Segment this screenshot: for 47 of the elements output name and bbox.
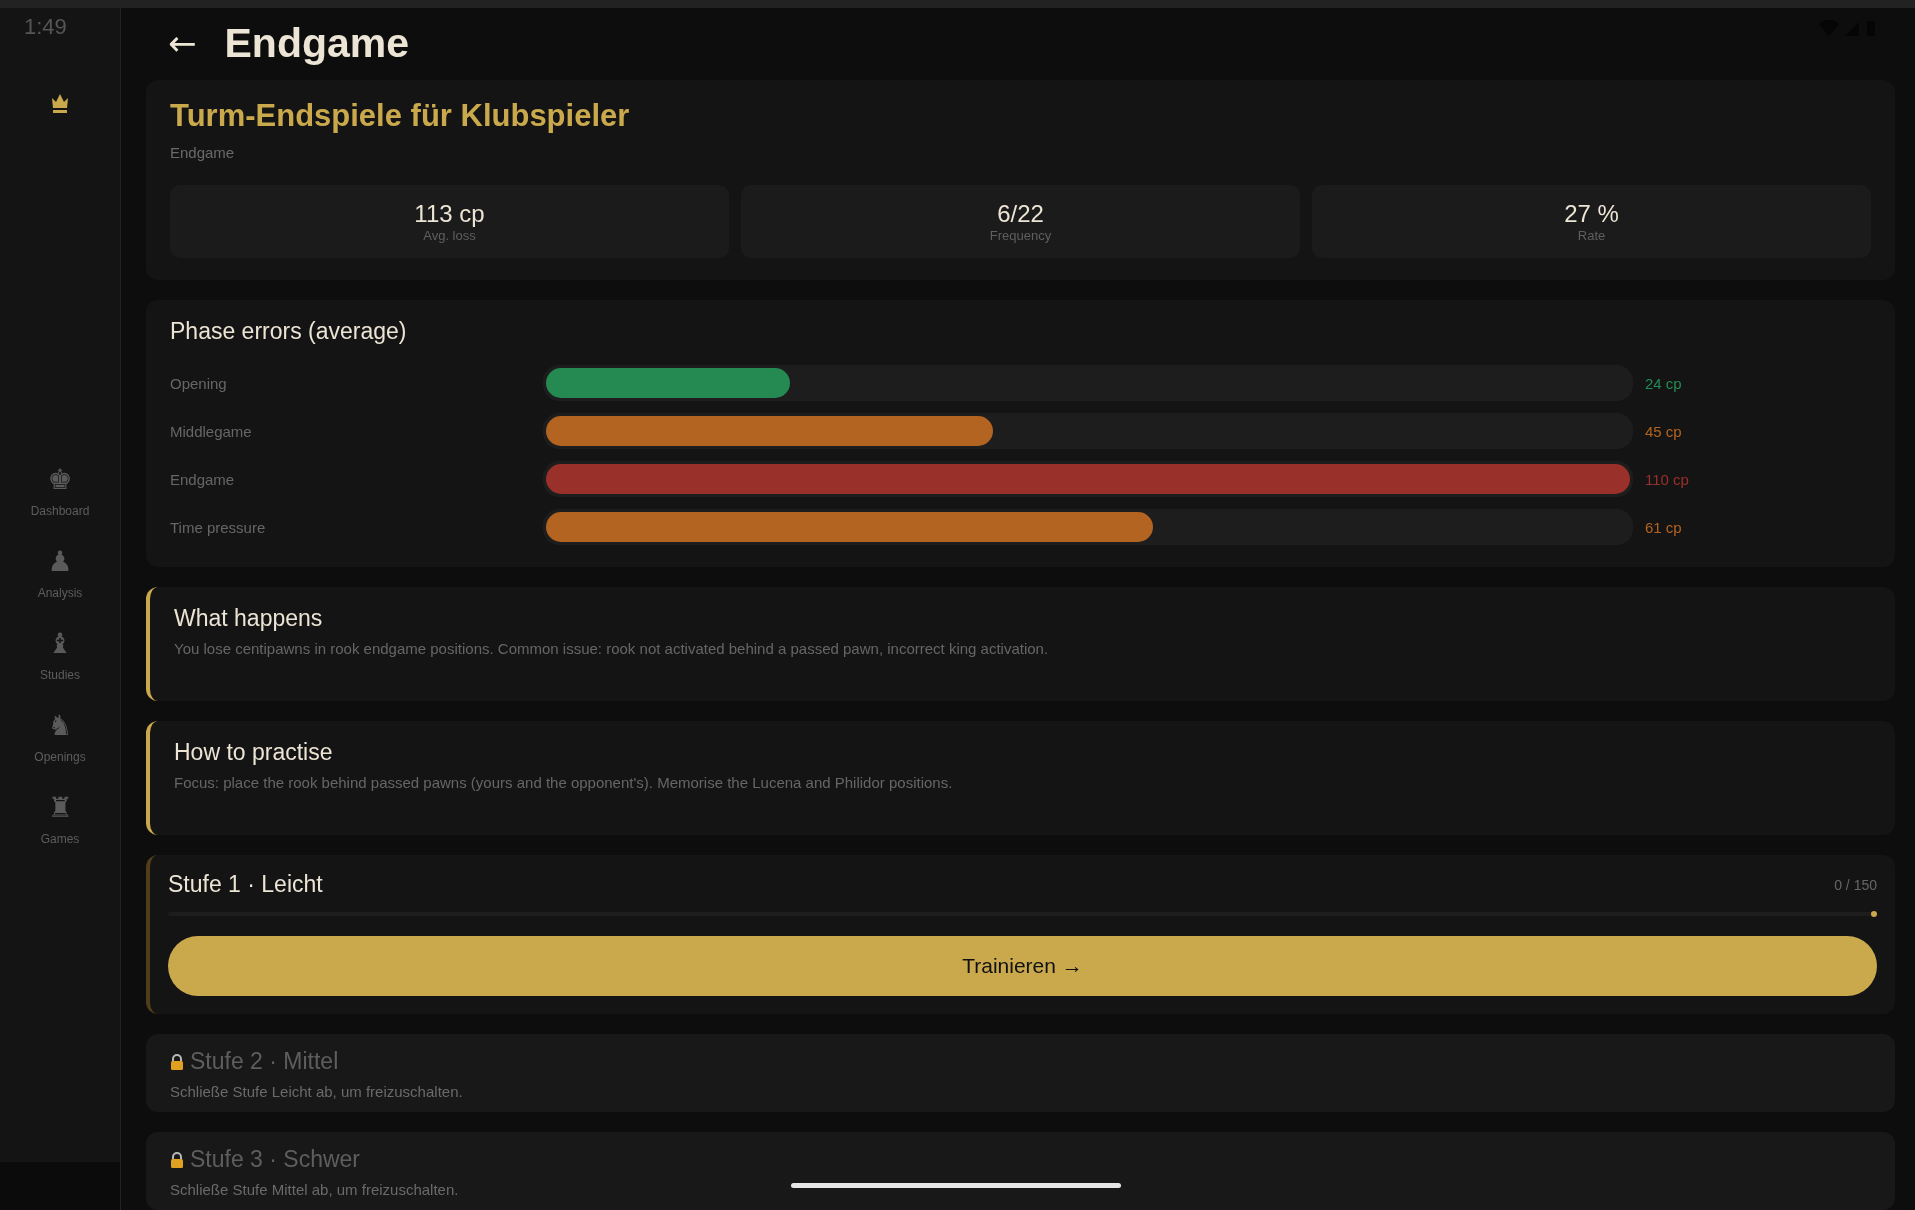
- phase-label: Middlegame: [170, 422, 253, 440]
- back-button[interactable]: ←: [168, 23, 197, 63]
- stat-value: 6/22: [997, 200, 1044, 228]
- card-title: How to practise: [174, 739, 334, 766]
- phase-label: Endgame: [170, 470, 236, 488]
- page-title: Endgame: [224, 19, 410, 67]
- stat-label: Frequency: [989, 228, 1052, 243]
- phase-reading: 110 cp: [1645, 470, 1690, 488]
- nav-label: Dashboard: [30, 504, 90, 518]
- topic-category: Endgame: [170, 144, 236, 161]
- chess-piece-icon: ♚: [47, 464, 73, 496]
- card-title: Phase errors (average): [170, 318, 408, 345]
- level-progress: 0 / 150: [1834, 876, 1877, 893]
- status-time: 1:49: [24, 14, 67, 40]
- chess-piece-icon: ♞: [47, 710, 73, 742]
- phase-reading: 61 cp: [1645, 518, 1683, 536]
- note-text: Focus: place the rook behind passed pawns (yours and the opponent's). Memorise the Lucena and Philidor positions.: [174, 774, 954, 791]
- phase-reading: 24 cp: [1645, 374, 1683, 392]
- card-title: What happens: [174, 605, 324, 632]
- train-button[interactable]: Trainieren →: [168, 936, 1877, 996]
- nav-label: Analysis: [37, 586, 83, 600]
- stat-value: 27 %: [1564, 200, 1619, 228]
- stat-value: 113 cp: [414, 200, 485, 228]
- level-title-text: Stufe 2 · Mittel: [190, 1048, 339, 1075]
- level-title: Stufe 1 · Leicht: [168, 871, 323, 898]
- nav-label: Openings: [34, 750, 86, 764]
- nav-item[interactable]: ♞ Openings: [10, 710, 110, 764]
- nav-item[interactable]: ♝ Studies: [10, 628, 110, 682]
- nav-item[interactable]: ♟ Analysis: [10, 546, 110, 600]
- note-text: You lose centipawns in rook endgame positions. Common issue: rook not activated behind a passed pawn, incorrect king activation.: [174, 640, 1050, 657]
- chess-piece-icon: ♝: [47, 628, 73, 660]
- stat-label: Avg. loss: [423, 228, 476, 243]
- chess-piece-icon: ♜: [47, 792, 73, 824]
- nav-label: Studies: [40, 668, 80, 682]
- progress-end-dot: [1871, 911, 1877, 917]
- chess-piece-icon: ♟: [47, 546, 73, 578]
- topic-title: Turm-Endspiele für Klubspieler: [170, 98, 631, 134]
- phase-label: Time pressure: [170, 518, 267, 536]
- phase-label: Opening: [170, 374, 228, 392]
- stat-label: Rate: [1577, 228, 1606, 243]
- nav-label: Games: [40, 832, 80, 846]
- phase-reading: 45 cp: [1645, 422, 1683, 440]
- nav-item[interactable]: ♚ Dashboard: [10, 464, 110, 518]
- unlock-hint: Schließe Stufe Mittel ab, um freizuschalten.: [170, 1181, 460, 1198]
- nav-item[interactable]: ♜ Games: [10, 792, 110, 846]
- unlock-hint: Schließe Stufe Leicht ab, um freizuschalten.: [170, 1083, 464, 1100]
- level-title-text: Stufe 3 · Schwer: [190, 1146, 361, 1173]
